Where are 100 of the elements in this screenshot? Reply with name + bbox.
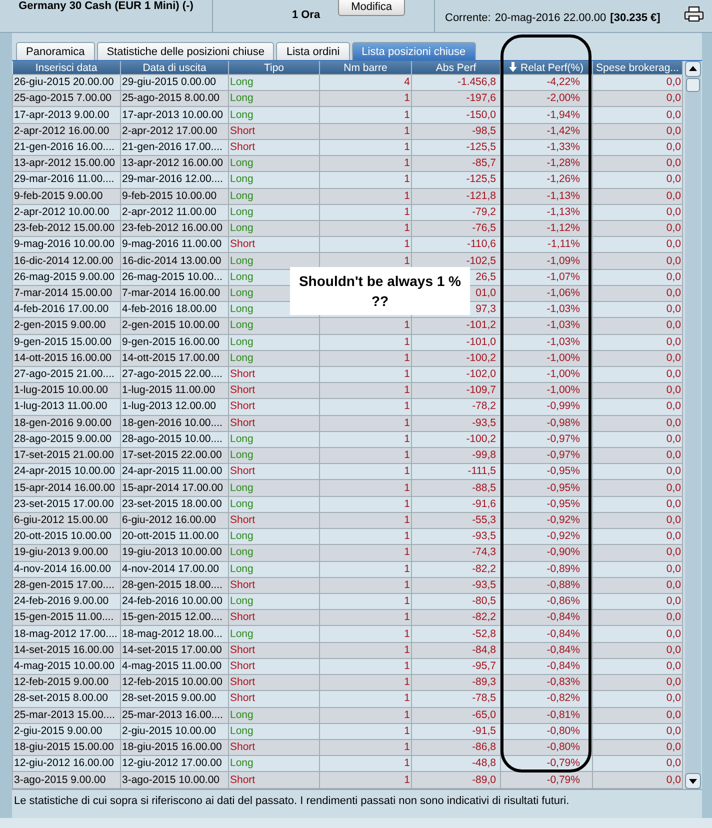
table-cell: 0,0 xyxy=(592,658,682,675)
table-cell: 1 xyxy=(404,530,410,542)
table-cell: 29-giu-2015 0.00.00 xyxy=(120,74,228,91)
tab[interactable]: Statistiche delle posizioni chiuse xyxy=(96,42,274,60)
table-cell: 2-apr-2012 17.00.00 xyxy=(120,123,228,140)
table-cell: -78,2 xyxy=(412,398,500,416)
table-cell: Short xyxy=(228,236,320,253)
table-cell: 0,0 xyxy=(592,318,682,334)
table-cell: -93,5 xyxy=(412,415,500,432)
table-cell: 0,0 xyxy=(592,642,682,658)
table-cell: 26-mag-2015 9.00.00 xyxy=(12,269,120,286)
table-cell: 1 xyxy=(404,692,410,704)
table-cell: 0,0 xyxy=(592,382,682,399)
tab[interactable]: Lista ordini xyxy=(276,42,350,60)
table-cell: -100,2 xyxy=(412,431,500,448)
table-cell: 0,0 xyxy=(592,156,682,172)
table-cell: 0,0 xyxy=(592,594,682,610)
table-cell: 1 xyxy=(404,222,410,234)
table-cell: Short xyxy=(228,658,320,675)
table-cell: 0,0 xyxy=(592,448,682,464)
table-cell: 1 xyxy=(404,774,410,786)
table-cell: 1 xyxy=(404,319,410,332)
table-cell: -89,0 xyxy=(412,772,500,788)
table-cell: 0,0 xyxy=(592,496,682,512)
tab[interactable]: Lista posizioni chiuse xyxy=(352,42,476,60)
table-cell: 1 xyxy=(404,157,410,170)
table-cell: Short xyxy=(228,739,320,756)
table-cell: 20-ott-2015 11.00.00 xyxy=(120,528,228,545)
table-cell: 0,0 xyxy=(592,366,682,383)
table-cell: 28-ago-2015 9.00.00 xyxy=(12,431,120,448)
column-header[interactable]: Data di uscita xyxy=(120,61,228,74)
table-cell: 1 xyxy=(404,400,410,412)
tab[interactable]: Panoramica xyxy=(16,42,95,60)
table-cell: Short xyxy=(228,123,320,140)
table-cell: Short xyxy=(228,382,320,399)
table-cell: -102,0 xyxy=(412,366,500,383)
column-header[interactable]: Tipo xyxy=(228,61,320,74)
table-cell: -98,5 xyxy=(412,123,500,140)
table-cell: Long xyxy=(228,188,320,204)
table-cell: 12-giu-2012 16.00.00 xyxy=(12,756,120,772)
table-cell: Short xyxy=(228,464,320,480)
table-cell: 13-apr-2012 16.00.00 xyxy=(120,156,228,172)
table-cell: 0,0 xyxy=(592,334,682,350)
table-cell: 1 xyxy=(404,352,410,364)
table-cell: 0,0 xyxy=(592,772,682,788)
table-cell: 14-ott-2015 16.00.00 xyxy=(12,350,120,366)
table-cell: 4 xyxy=(404,76,410,88)
table-cell: 1 xyxy=(404,108,410,121)
table-cell: 0,0 xyxy=(592,707,682,724)
table-cell: 1 xyxy=(404,336,410,348)
table-cell: 0,0 xyxy=(592,236,682,253)
table-cell: -110,6 xyxy=(412,236,500,253)
table-cell: Long xyxy=(228,156,320,172)
table-cell: 1 xyxy=(404,562,410,575)
table-cell: 1 xyxy=(404,644,410,656)
table-cell: -85,7 xyxy=(412,156,500,172)
table-cell: -93,5 xyxy=(412,528,500,545)
table-cell: 1 xyxy=(404,238,410,250)
table-cell: 19-giu-2013 10.00.00 xyxy=(120,544,228,562)
table-cell: 12-feb-2015 10.00.00 xyxy=(120,674,228,691)
table-cell: Long xyxy=(228,350,320,366)
column-header[interactable]: Spese brokerag... xyxy=(592,61,682,74)
table-cell: -82,2 xyxy=(412,610,500,626)
column-header[interactable]: Inserisci data xyxy=(12,61,120,74)
table-cell: 25-ago-2015 7.00.00 xyxy=(12,90,120,107)
table-cell: 0,0 xyxy=(592,269,682,286)
table-cell: 17-set-2015 22.00.00 xyxy=(120,448,228,464)
table-cell: 0,0 xyxy=(592,431,682,448)
scroll-up-icon[interactable] xyxy=(685,61,701,77)
table-cell: 0,0 xyxy=(592,188,682,204)
scroll-down-icon[interactable] xyxy=(685,773,701,789)
printer-icon[interactable] xyxy=(684,6,704,22)
current-label: Corrente: xyxy=(445,12,491,24)
table-cell: 0,0 xyxy=(592,350,682,366)
table-cell: 9-gen-2015 15.00.00 xyxy=(12,334,120,350)
modify-button[interactable]: Modifica xyxy=(338,0,406,16)
table-cell: -91,5 xyxy=(412,723,500,740)
table-cell: 23-set-2015 17.00.00 xyxy=(12,496,120,512)
table-cell: 18-giu-2015 16.00.00 xyxy=(120,739,228,756)
table-cell: 28-ago-2015 10.00.... xyxy=(120,431,228,448)
scroll-thumb[interactable] xyxy=(686,78,700,92)
scrollbar[interactable] xyxy=(685,61,701,789)
table-cell: 29-mar-2016 11.00.... xyxy=(12,172,120,188)
table-cell: Short xyxy=(228,690,320,708)
instrument-name: Germany 30 Cash (EUR 1 Mini) (-) xyxy=(18,0,194,12)
table-cell: 2-giu-2015 9.00.00 xyxy=(12,723,120,740)
table-cell: 1 xyxy=(404,676,410,688)
table-cell: 9-gen-2015 16.00.00 xyxy=(120,334,228,350)
table-cell: 0,0 xyxy=(592,690,682,708)
table-cell: 0,0 xyxy=(592,674,682,691)
table-cell: 1 xyxy=(404,368,410,380)
disclaimer-text: Le statistiche di cui sopra si riferiscono ai dati del passato. I rendimenti passati non sono indicativi di risultati futuri. xyxy=(12,789,702,812)
table-cell: 0,0 xyxy=(592,123,682,140)
column-header[interactable]: Abs Perf xyxy=(412,61,500,74)
table-cell: 1 xyxy=(404,140,410,153)
column-header[interactable]: Nm barre xyxy=(320,61,412,74)
table-cell: 6-giu-2012 16.00.00 xyxy=(120,512,228,529)
table-cell: 27-ago-2015 22.00.... xyxy=(120,366,228,383)
table-cell: 28-set-2015 8.00.00 xyxy=(12,690,120,708)
table-cell: -95,7 xyxy=(412,658,500,675)
